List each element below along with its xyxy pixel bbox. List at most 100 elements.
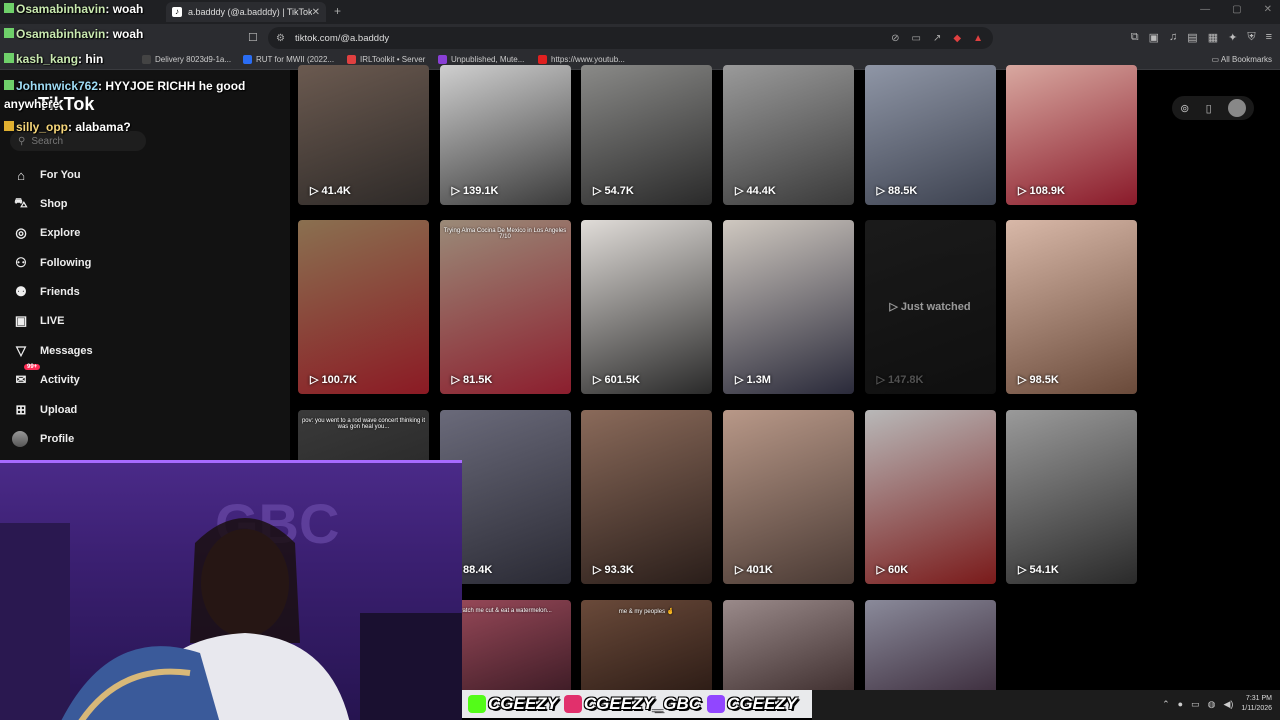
bookmark-item[interactable]: https://www.youtub... <box>538 55 625 64</box>
nav-upload[interactable]: ⊞ Upload <box>12 400 212 420</box>
video-tile[interactable]: ▷ 93.3K <box>581 410 712 584</box>
clock-time: 7:31 PM <box>1245 695 1272 702</box>
nav-label: Upload <box>40 404 78 416</box>
search-input[interactable]: ⚲ Search <box>10 131 146 151</box>
tiktok-favicon-icon: ♪ <box>172 7 182 17</box>
minimize-icon[interactable]: — <box>1200 4 1210 15</box>
clock[interactable]: 7:31 PM 1/11/2026 <box>1241 694 1272 714</box>
window-controls: — ▢ ✕ <box>1200 4 1272 15</box>
video-tile[interactable]: ▷ 108.9K <box>1006 65 1137 205</box>
video-tile[interactable]: Trying Alma Cocina De Mexico in Los Ange… <box>439 220 571 394</box>
play-icon: ▷ <box>876 374 889 386</box>
video-tile[interactable]: ▷ Just watched ▷ 147.8K <box>864 220 996 394</box>
new-tab-icon[interactable]: + <box>334 4 341 18</box>
play-icon: ▷ <box>451 185 464 197</box>
brave-rewards-icon[interactable]: ▲ <box>973 33 983 44</box>
omnibox-icons: ⊘ ▭ ↗ ◆ ▲ <box>891 33 993 44</box>
nav-friends[interactable]: ⚉ Friends <box>12 282 212 302</box>
video-tile[interactable]: ▷ 44.4K <box>723 65 854 205</box>
chat-separator: : <box>105 2 113 16</box>
browser-tab[interactable]: ♪ a.badddy (@a.badddy) | TikTok ✕ <box>166 2 326 22</box>
video-tile[interactable]: ▷ 98.5K <box>1006 220 1137 394</box>
video-caption-overlay: pov: you went to a rod wave concert thin… <box>301 418 426 430</box>
view-count: ▷ 60K <box>876 564 909 576</box>
display-icon[interactable]: ▭ <box>1191 699 1200 710</box>
video-tile[interactable] <box>864 600 996 700</box>
share-icon[interactable]: ↗ <box>933 33 941 44</box>
just-watched-label: ▷ Just watched <box>889 301 971 313</box>
volume-icon[interactable]: ◀) <box>1223 699 1233 710</box>
view-count: ▷ 100.7K <box>310 374 357 386</box>
nav-shop[interactable]: ⛍ Shop <box>12 194 212 214</box>
top-right-actions: ⊚ ▯ <box>1172 96 1254 120</box>
chevron-up-icon[interactable]: ⌃ <box>1162 699 1170 710</box>
bookmark-star-icon[interactable]: ☐ <box>248 31 258 44</box>
network-icon[interactable]: ◍ <box>1208 699 1216 710</box>
video-tile[interactable]: ▷ 100.7K <box>298 220 429 394</box>
view-count: ▷ 81.5K <box>451 374 493 386</box>
vpn-icon[interactable]: ⛨ <box>1247 31 1255 44</box>
chair <box>360 613 462 720</box>
window-close-icon[interactable]: ✕ <box>1264 4 1272 15</box>
tab-title: a.badddy (@a.badddy) | TikTok <box>188 7 312 17</box>
device-icon[interactable]: ▯ <box>1206 102 1212 115</box>
video-tile[interactable] <box>723 600 854 700</box>
bookmark-item[interactable]: IRLToolkit • Server <box>347 55 425 64</box>
view-count: ▷ 54.1K <box>1018 564 1059 576</box>
video-tile[interactable]: ▷ 401K <box>723 410 854 584</box>
video-tile[interactable]: ▷ 139.1K <box>439 65 571 205</box>
nav-profile[interactable]: Profile <box>12 429 212 449</box>
extensions-icon[interactable]: ⧉ <box>1131 31 1139 44</box>
nav-label: Profile <box>40 433 75 445</box>
bookmark-item[interactable]: Delivery 8023d9-1a... <box>142 55 231 64</box>
mic-icon[interactable]: ● <box>1178 699 1183 709</box>
coins-icon[interactable]: ⊚ <box>1180 102 1189 115</box>
shop-icon: ⛍ <box>14 195 28 210</box>
nav-following[interactable]: ⚇ Following <box>12 253 212 273</box>
install-icon[interactable]: ▭ <box>912 33 921 44</box>
play-icon: ▷ <box>889 301 901 313</box>
home-icon: ⌂ <box>17 167 25 183</box>
chat-message: silly_opp: alabama? <box>4 120 131 134</box>
video-tile[interactable]: ▷ 88.5K <box>864 65 996 205</box>
view-count: ▷ 108.9K <box>1018 185 1065 197</box>
video-tile[interactable]: ▷ 41.4K <box>298 65 429 205</box>
webcam-feed: GBC <box>0 460 462 720</box>
video-tile[interactable]: ▷ 54.1K <box>1006 410 1137 584</box>
nav-messages[interactable]: ▽ Messages <box>12 341 212 361</box>
video-tile[interactable]: ▷ 54.7K <box>581 65 712 205</box>
video-tile[interactable]: me & my peoples 🤞 <box>581 600 712 700</box>
play-icon: ▷ <box>593 185 605 197</box>
video-tile[interactable]: ▷ 1.3M <box>723 220 854 394</box>
instagram-icon <box>563 695 582 713</box>
sidebar-icon[interactable]: ▣ <box>1149 31 1159 44</box>
video-caption-overlay: me & my peoples 🤞 <box>618 609 675 615</box>
user-avatar[interactable] <box>1227 99 1246 117</box>
address-bar[interactable]: ⚙ tiktok.com/@a.badddy ⊘ ▭ ↗ ◆ ▲ <box>268 27 993 49</box>
all-bookmarks-button[interactable]: ▭ All Bookmarks <box>1212 55 1272 64</box>
nav-activity[interactable]: ✉ 99+ Activity <box>12 364 212 390</box>
view-count: ▷ 147.8K <box>876 374 924 386</box>
menu-icon[interactable]: ≡ <box>1266 31 1272 44</box>
toolbar-extension-icons: ⧉ ▣ ♫ ▤ ▦ ✦ ⛨ ≡ <box>1131 31 1272 44</box>
bookmark-item[interactable]: RUT for MWII (2022... <box>243 55 334 64</box>
maximize-icon[interactable]: ▢ <box>1232 4 1241 15</box>
nav-label: LIVE <box>40 315 65 327</box>
panel-icon[interactable]: ▤ <box>1187 31 1197 44</box>
shelf <box>0 523 70 720</box>
nav-for-you[interactable]: ⌂ For You <box>12 165 212 185</box>
nav-live[interactable]: ▣ LIVE <box>12 311 212 331</box>
leo-icon[interactable]: ✦ <box>1228 31 1237 44</box>
nav-explore[interactable]: ◎ Explore <box>12 223 212 243</box>
brave-shield-icon[interactable]: ◆ <box>953 33 961 44</box>
bookmark-item[interactable]: Unpublished, Mute... <box>438 55 524 64</box>
media-icon[interactable]: ♫ <box>1169 31 1177 44</box>
eye-off-icon[interactable]: ⊘ <box>891 33 899 44</box>
video-tile[interactable]: ▷ 60K <box>864 410 996 584</box>
wallet-icon[interactable]: ▦ <box>1208 31 1218 44</box>
view-count: ▷ 54.7K <box>593 185 634 197</box>
site-info-icon[interactable]: ⚙ <box>276 33 285 44</box>
chat-badge-icon <box>4 80 14 90</box>
tab-close-icon[interactable]: ✕ <box>312 7 320 18</box>
video-tile[interactable]: ▷ 601.5K <box>581 220 712 394</box>
